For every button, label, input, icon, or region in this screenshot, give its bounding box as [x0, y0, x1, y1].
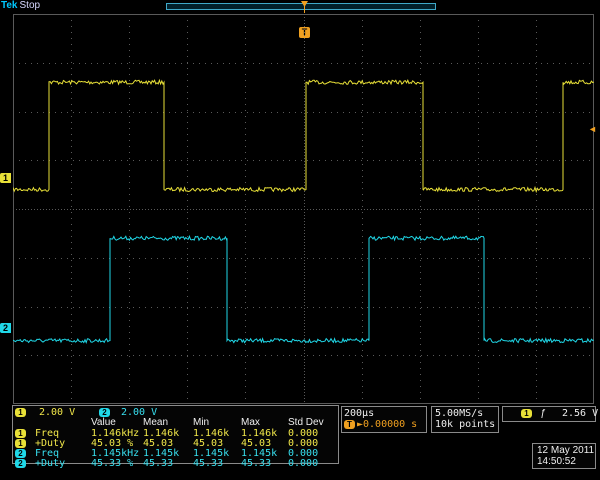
trigger-position-badge-icon: T [344, 420, 355, 429]
ch2-waveform [13, 234, 594, 345]
brand-label: Tek [1, 0, 18, 11]
ch2-ground-marker[interactable]: 2 [0, 323, 11, 333]
trigger-level-arrow-icon[interactable]: ◄ [588, 125, 597, 134]
meas-row-channel-badge: 2 [15, 449, 26, 458]
readout-panel: 1 2.00 V 2 2.00 V Value Mean Min Max Std… [0, 405, 600, 480]
meas-row-channel-badge: 1 [15, 429, 26, 438]
meas-row-value: 45.33 % [91, 458, 134, 469]
status-label: Tek Stop [1, 0, 40, 12]
trigger-source-badge: 1 [521, 409, 532, 418]
meas-row-name: +Duty [35, 458, 66, 469]
meas-header-max: Max [241, 417, 260, 428]
ch1-ground-marker[interactable]: 1 [0, 173, 11, 183]
trigger-slope-icon: ƒ [540, 408, 546, 419]
meas-header-std-dev: Std Dev [288, 417, 324, 428]
ch1-scale-badge: 1 [15, 408, 26, 417]
meas-header-min: Min [193, 417, 210, 428]
horizontal-position: ►0.00000 s [357, 419, 418, 430]
ch1-scale[interactable]: 2.00 V [39, 407, 75, 418]
timebase: 200µs [344, 408, 375, 419]
meas-row-channel-badge: 2 [15, 459, 26, 468]
meas-header-value: Value [91, 417, 116, 428]
meas-row-std: 0.000 [288, 458, 319, 469]
grid-lines [13, 14, 594, 404]
acquisition-status: Stop [19, 0, 41, 11]
meas-row-mean: 45.33 [143, 458, 174, 469]
meas-row-max: 45.33 [241, 458, 272, 469]
waveform-graticule [13, 14, 594, 404]
trigger-level: 2.56 V [562, 408, 599, 419]
trigger-position-icon[interactable] [298, 0, 311, 13]
meas-header-mean: Mean [143, 417, 169, 428]
time-label: 14:50:52 [537, 456, 576, 467]
ch2-scale-badge: 2 [99, 408, 110, 417]
record-length: 10k points [435, 419, 496, 430]
top-status-bar: Tek Stop [0, 0, 600, 13]
meas-row-min: 45.33 [193, 458, 224, 469]
meas-row-channel-badge: 1 [15, 439, 26, 448]
sample-rate: 5.00MS/s [435, 408, 484, 419]
date-label: 12 May 2011 [537, 445, 595, 456]
ch1-waveform [13, 78, 594, 194]
